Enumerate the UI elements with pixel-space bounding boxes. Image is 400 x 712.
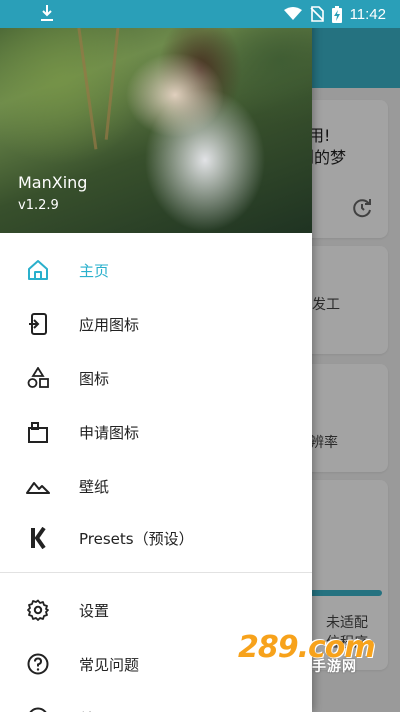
menu-label: Presets（预设） bbox=[79, 529, 194, 548]
app-name: ManXing bbox=[18, 173, 88, 192]
menu-item-about[interactable]: 关于 bbox=[0, 691, 312, 712]
menu-label: 主页 bbox=[79, 261, 110, 280]
home-icon bbox=[26, 258, 50, 282]
menu-label: 应用图标 bbox=[79, 315, 140, 334]
menu-item-app-icons[interactable]: 应用图标 bbox=[0, 297, 312, 351]
menu-label: 设置 bbox=[79, 601, 110, 620]
menu-item-settings[interactable]: 设置 bbox=[0, 583, 312, 637]
battery-charging-icon bbox=[331, 5, 342, 23]
status-icons: 11:42 bbox=[283, 0, 386, 28]
wifi-icon bbox=[283, 7, 302, 20]
shapes-icon bbox=[26, 366, 50, 390]
menu-item-request-icons[interactable]: 申请图标 bbox=[0, 405, 312, 459]
menu-label: 申请图标 bbox=[79, 423, 140, 442]
status-bar: 11:42 bbox=[0, 0, 400, 28]
wallpaper-icon bbox=[26, 474, 50, 498]
menu-item-icons[interactable]: 图标 bbox=[0, 351, 312, 405]
menu-item-presets[interactable]: Presets（预设） bbox=[0, 511, 312, 565]
navigation-drawer: ManXing v1.2.9 主页 应用图标 图标 申请图标 壁纸 Preset… bbox=[0, 0, 312, 712]
menu-item-wallpapers[interactable]: 壁纸 bbox=[0, 459, 312, 513]
settings-icon bbox=[26, 598, 50, 622]
site-watermark: 289.com 手游网 bbox=[232, 630, 400, 682]
app-version: v1.2.9 bbox=[18, 198, 59, 213]
download-icon bbox=[41, 5, 53, 21]
menu-label: 图标 bbox=[79, 369, 110, 388]
kustom-icon bbox=[26, 526, 50, 550]
info-icon bbox=[26, 706, 50, 712]
status-time: 11:42 bbox=[349, 5, 386, 23]
menu-label: 壁纸 bbox=[79, 477, 110, 496]
drawer-header: ManXing v1.2.9 bbox=[0, 0, 312, 233]
menu-item-home[interactable]: 主页 bbox=[0, 243, 312, 297]
watermark-subtitle: 手游网 bbox=[312, 659, 357, 675]
menu-divider bbox=[0, 572, 312, 573]
menu-label: 常见问题 bbox=[79, 655, 140, 674]
no-sim-icon bbox=[309, 6, 324, 22]
help-icon bbox=[26, 652, 50, 676]
menu-label: 关于 bbox=[79, 708, 109, 712]
app-icon bbox=[26, 312, 50, 336]
request-icon bbox=[26, 420, 50, 444]
